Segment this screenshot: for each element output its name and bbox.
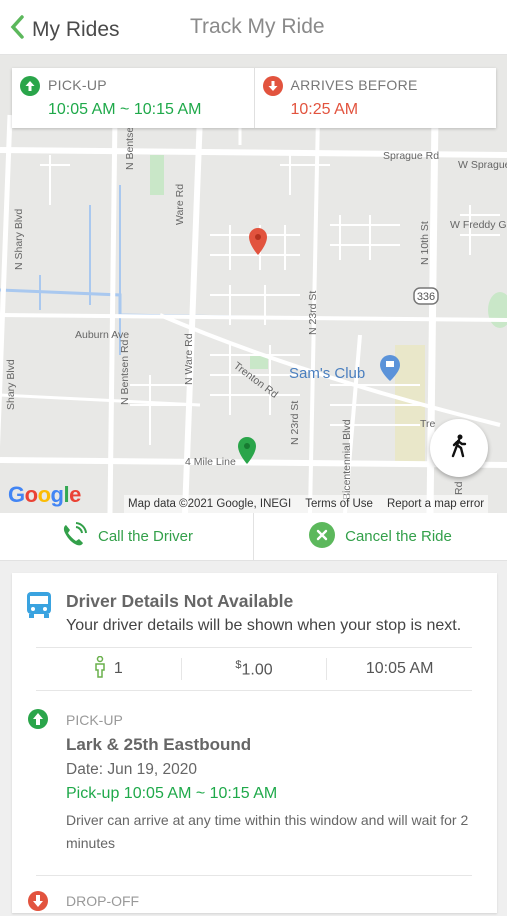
- dropoff-section-label: DROP-OFF: [66, 893, 140, 909]
- street-label: W Sprague: [458, 159, 507, 171]
- street-label: Sprague Rd: [383, 150, 439, 162]
- street-label: N 23rd St: [289, 401, 301, 445]
- poi-label: Sam's Club: [289, 365, 365, 382]
- pickup-label: PICK-UP: [48, 77, 107, 93]
- arrives-time: 10:25 AM: [290, 101, 359, 118]
- person-icon: [94, 655, 106, 683]
- bus-icon: [25, 590, 53, 625]
- pickup-window-text: Pick-up 10:05 AM ~ 10:15 AM: [66, 785, 278, 802]
- fare-value: 1.00: [241, 661, 273, 679]
- pickup-stop-name: Lark & 25th Eastbound: [66, 735, 252, 754]
- pickup-time: 10:05 AM ~ 10:15 AM: [48, 101, 202, 118]
- street-label: Shary Blvd: [5, 359, 17, 410]
- street-label: Ware Rd: [174, 184, 186, 225]
- page-title: Track My Ride: [190, 15, 325, 38]
- street-label: N Shary Blvd: [13, 209, 25, 270]
- street-label: N Bentsen Rd: [119, 339, 131, 405]
- terms-link[interactable]: Terms of Use: [305, 498, 373, 510]
- pickup-window: PICK-UP 10:05 AM ~ 10:15 AM: [12, 68, 254, 128]
- fare: $1.00: [180, 658, 327, 680]
- arrives-before: ARRIVES BEFORE 10:25 AM: [253, 68, 497, 128]
- driver-status-title: Driver Details Not Available: [66, 591, 294, 611]
- google-logo: Google: [8, 482, 81, 507]
- ride-details-card: Driver Details Not Available Your driver…: [12, 573, 497, 913]
- map-data-credit: Map data ©2021 Google, INEGI: [128, 498, 292, 510]
- call-driver-button[interactable]: Call the Driver: [0, 513, 253, 560]
- ride-times-card: PICK-UP 10:05 AM ~ 10:15 AM ARRIVES BEFO…: [12, 68, 496, 128]
- arrow-down-icon: [262, 76, 283, 96]
- hwy-336-label: 336: [417, 291, 435, 303]
- ride-stats: 1 $1.00 10:05 AM: [36, 647, 472, 691]
- divider: [36, 875, 472, 876]
- call-driver-label: Call the Driver: [97, 528, 194, 545]
- arrives-label: ARRIVES BEFORE: [290, 77, 418, 93]
- street-label: 4 Mile Line: [185, 456, 236, 468]
- report-error-link[interactable]: Report a map error: [387, 498, 484, 510]
- pickup-note: Driver can arrive at any time within thi…: [66, 812, 469, 851]
- walking-directions-button[interactable]: [430, 419, 488, 477]
- passenger-count: 1: [36, 655, 181, 683]
- street-label: Tre: [420, 418, 436, 430]
- chevron-left-icon: [8, 14, 26, 45]
- street-label: W Freddy Go: [450, 219, 507, 231]
- eta: 10:05 AM: [326, 658, 472, 680]
- pickup-date: Date: Jun 19, 2020: [66, 761, 197, 778]
- pickup-arrow-icon: [28, 709, 48, 734]
- ride-actions: Call the Driver Cancel the Ride: [0, 513, 507, 561]
- pickup-section-label: PICK-UP: [66, 712, 123, 728]
- driver-status-subtitle: Your driver details will be shown when y…: [66, 617, 462, 634]
- walking-person-icon: [448, 434, 470, 463]
- top-bar: My Rides Track My Ride: [0, 0, 507, 55]
- arrow-up-icon: [20, 76, 40, 96]
- street-label: Rd: [453, 481, 465, 495]
- street-label: N 10th St: [419, 221, 431, 265]
- close-circle-icon: [309, 521, 336, 552]
- cancel-ride-label: Cancel the Ride: [345, 528, 452, 545]
- street-label: Bicentennial Blvd: [341, 419, 353, 500]
- map-attribution: Map data ©2021 Google, INEGI Terms of Us…: [124, 495, 489, 513]
- street-label: N Ware Rd: [183, 333, 195, 385]
- eta-value: 10:05 AM: [365, 660, 434, 677]
- passenger-count-value: 1: [113, 660, 123, 677]
- map[interactable]: 336 Sprague Rd W Sprague W Freddy Go Aub…: [0, 55, 507, 513]
- phone-icon: [60, 521, 88, 553]
- back-label: My Rides: [32, 17, 120, 41]
- street-label: N 23rd St: [307, 291, 319, 335]
- cancel-ride-button[interactable]: Cancel the Ride: [253, 513, 507, 560]
- back-button[interactable]: My Rides: [8, 14, 120, 45]
- dropoff-arrow-icon: [28, 891, 48, 916]
- street-label: Auburn Ave: [75, 329, 129, 341]
